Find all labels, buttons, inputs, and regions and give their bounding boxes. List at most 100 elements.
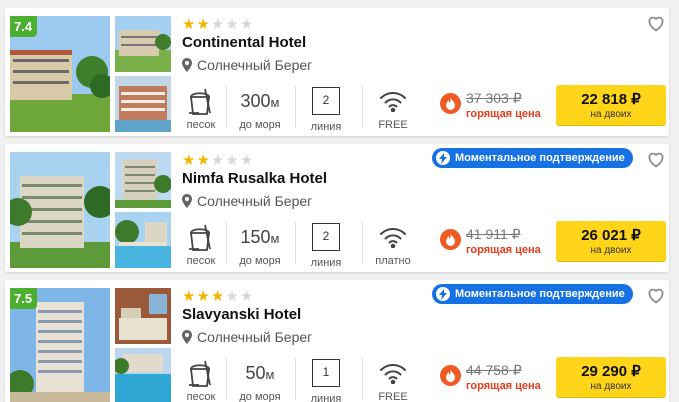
price-value: 22 818 ₽ [581, 91, 641, 108]
location-pin-icon [182, 330, 192, 344]
beach-type-label: песок [186, 391, 216, 402]
lightning-icon [436, 151, 450, 165]
star-empty-icon: ★ [225, 16, 240, 33]
sand-bucket-icon [189, 224, 211, 251]
star-filled-icon: ★ [182, 288, 197, 305]
star-filled-icon: ★ [210, 288, 226, 305]
beach-line-number: 2 [312, 87, 340, 115]
wifi-label: платно [375, 255, 411, 267]
lightning-icon [436, 287, 450, 301]
star-filled-icon: ★ [182, 152, 197, 169]
distance-unit: м [270, 95, 280, 110]
hotel-thumbnail[interactable] [115, 16, 171, 72]
star-filled-icon: ★ [182, 16, 197, 33]
star-empty-icon: ★ [225, 288, 240, 305]
beach-type-label: песок [186, 255, 216, 267]
rating-badge: 7.4 [10, 16, 38, 37]
instant-confirmation-badge: Моментальное подтверждение [432, 148, 633, 168]
hotel-name-link[interactable]: Slavyanski Hotel [182, 306, 301, 323]
location-text: Солнечный Берег [197, 57, 313, 73]
hotel-name-link[interactable]: Continental Hotel [182, 34, 306, 51]
distance-unit: м [270, 231, 280, 246]
star-empty-icon: ★ [210, 152, 226, 169]
hotel-card[interactable]: 7.4 ★★★★★ Continental Hotel Солнечный Бе… [5, 8, 669, 136]
distance-label: до моря [239, 119, 281, 131]
wifi-icon [380, 228, 406, 248]
beach-type-feature: песок [182, 85, 220, 131]
distance-feature: 50м до моря [232, 357, 288, 402]
wifi-icon [380, 92, 406, 112]
sand-bucket-icon [189, 360, 211, 387]
beach-line-feature: 2 линия [301, 85, 351, 133]
beach-line-feature: 2 линия [301, 221, 351, 269]
price-value: 29 290 ₽ [581, 363, 641, 380]
instant-confirmation-text: Моментальное подтверждение [455, 152, 625, 164]
beach-type-feature: песок [182, 221, 220, 267]
location-text: Солнечный Берег [197, 329, 313, 345]
hotel-name-link[interactable]: Nimfa Rusalka Hotel [182, 170, 327, 187]
price-button[interactable]: 29 290 ₽ на двоих [556, 357, 666, 397]
wifi-feature: FREE [369, 85, 417, 131]
instant-confirmation-badge: Моментальное подтверждение [432, 284, 633, 304]
distance-value: 300 [240, 91, 271, 111]
flame-icon [440, 93, 461, 114]
instant-confirmation-text: Моментальное подтверждение [455, 288, 625, 300]
distance-label: до моря [239, 391, 281, 402]
wifi-label: FREE [378, 119, 408, 131]
beach-line-number: 2 [312, 223, 340, 251]
heart-icon[interactable] [646, 149, 666, 169]
hotel-card[interactable]: ★★★★★ Моментальное подтверждение Nimfa R… [5, 144, 669, 272]
distance-unit: м [265, 367, 275, 382]
distance-feature: 300м до моря [232, 85, 288, 131]
rating-badge: 7.5 [10, 288, 38, 309]
hotel-thumbnail[interactable] [115, 152, 171, 208]
beach-line-label: линия [310, 257, 342, 269]
wifi-feature: FREE [369, 357, 417, 402]
hotel-thumbnail[interactable] [115, 76, 171, 132]
distance-value: 150 [240, 227, 271, 247]
heart-icon[interactable] [646, 13, 666, 33]
hotel-card[interactable]: 7.5 ★★★★★ Моментальное подтверждение Sla… [5, 280, 669, 402]
star-rating: ★★★★★ [182, 287, 254, 305]
price-subtitle: на двоих [590, 245, 632, 256]
star-filled-icon: ★ [196, 288, 211, 305]
hotel-thumbnail[interactable] [115, 348, 171, 402]
star-rating: ★★★★★ [182, 151, 254, 169]
hot-price-label: горящая цена [466, 244, 541, 256]
distance-value: 50 [245, 363, 266, 383]
hot-price-label: горящая цена [466, 380, 541, 392]
price-subtitle: на двоих [590, 381, 632, 392]
location-pin-icon [182, 58, 192, 72]
star-filled-icon: ★ [196, 152, 211, 169]
beach-type-feature: песок [182, 357, 220, 402]
location-text: Солнечный Берег [197, 193, 313, 209]
distance-feature: 150м до моря [232, 221, 288, 267]
star-empty-icon: ★ [225, 152, 240, 169]
wifi-label: FREE [378, 391, 408, 402]
beach-line-label: линия [310, 393, 342, 402]
wifi-feature: платно [369, 221, 417, 267]
location-pin-icon [182, 194, 192, 208]
hotel-thumbnail[interactable] [115, 288, 171, 344]
old-price: 41 911 ₽ [466, 226, 521, 242]
heart-icon[interactable] [646, 285, 666, 305]
hotel-main-photo[interactable] [10, 152, 110, 268]
hotel-thumbnail[interactable] [115, 212, 171, 268]
old-price: 37 303 ₽ [466, 90, 522, 106]
hot-price-label: горящая цена [466, 108, 541, 120]
beach-type-label: песок [186, 119, 216, 131]
flame-icon [440, 229, 461, 250]
distance-label: до моря [239, 255, 281, 267]
flame-icon [440, 365, 461, 386]
star-filled-icon: ★ [196, 16, 211, 33]
price-button[interactable]: 22 818 ₽ на двоих [556, 85, 666, 125]
price-value: 26 021 ₽ [581, 227, 641, 244]
hotel-location: Солнечный Берег [182, 329, 312, 345]
star-empty-icon: ★ [239, 288, 255, 305]
beach-line-label: линия [310, 121, 342, 133]
star-rating: ★★★★★ [182, 15, 254, 33]
price-button[interactable]: 26 021 ₽ на двоих [556, 221, 666, 261]
star-empty-icon: ★ [239, 152, 255, 169]
beach-line-feature: 1 линия [301, 357, 351, 402]
price-subtitle: на двоих [590, 109, 632, 120]
